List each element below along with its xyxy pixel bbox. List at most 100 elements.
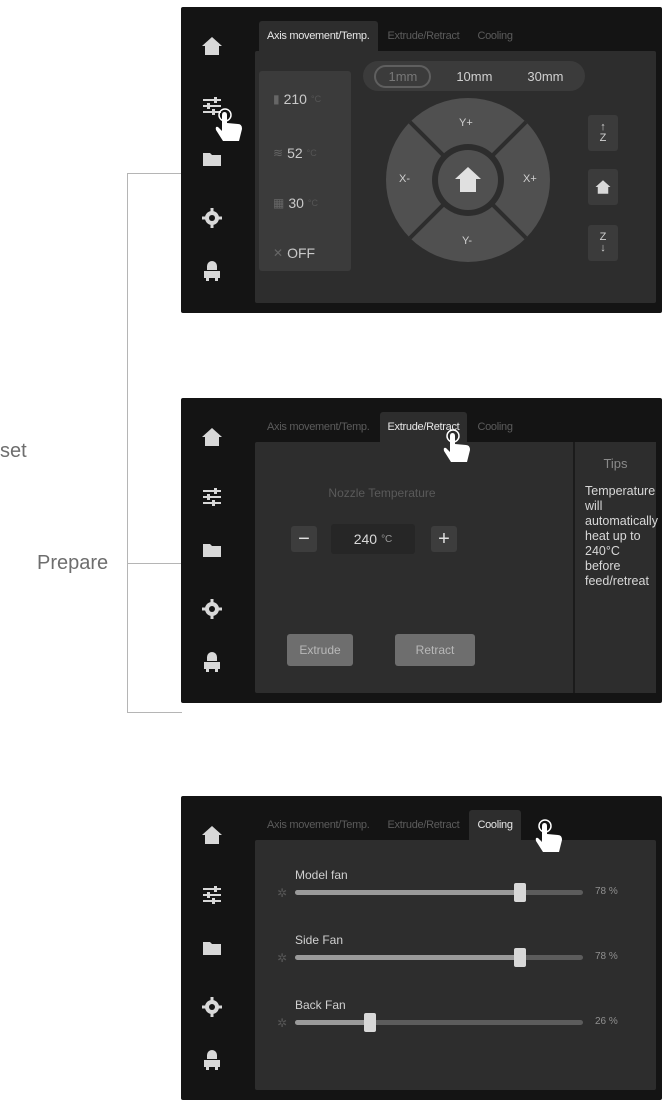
fan-slider-track[interactable]	[295, 883, 583, 902]
temperature-panel: ▮ 210 °C ≋ 52 °C ▦ 30 °C ✕ OFF	[259, 71, 351, 271]
retract-button[interactable]: Retract	[395, 634, 475, 666]
screen-axis-movement: Axis movement/Temp. Extrude/Retract Cool…	[181, 7, 662, 313]
tab-extrude-retract[interactable]: Extrude/Retract	[380, 21, 468, 51]
printer-icon[interactable]	[199, 650, 225, 676]
bed-icon: ≋	[273, 146, 284, 160]
fan-label: Back Fan	[295, 998, 346, 1012]
tab-cooling[interactable]: Cooling	[469, 810, 521, 840]
tap-hand-icon	[443, 429, 470, 462]
home-icon[interactable]	[199, 424, 225, 450]
screen-extrude-retract: Axis movement/Temp. Extrude/Retract Cool…	[181, 398, 662, 703]
fan-percent: 78 %	[595, 951, 618, 962]
connector-top	[127, 173, 182, 174]
sidebar	[181, 398, 243, 703]
tab-bar: Axis movement/Temp. Extrude/Retract Cool…	[259, 810, 521, 840]
screen-cooling: Axis movement/Temp. Extrude/Retract Cool…	[181, 796, 662, 1100]
z-down-button[interactable]: Z ↓	[588, 225, 618, 261]
home-z-icon	[595, 180, 611, 194]
step-option-10mm[interactable]: 10mm	[446, 65, 502, 88]
fan-icon: ✲	[277, 886, 288, 900]
temp-unit: °C	[306, 148, 317, 158]
step-selector: 1mm 10mm 30mm	[363, 61, 585, 91]
fan-slider-fill	[295, 890, 520, 895]
connector-vertical	[127, 173, 128, 712]
bed-temp-row[interactable]: ≋ 52 °C	[273, 145, 317, 161]
sliders-icon[interactable]	[199, 882, 225, 908]
nozzle-temp-value: 240	[353, 531, 378, 547]
sliders-icon[interactable]	[199, 484, 225, 510]
step-option-1mm[interactable]: 1mm	[374, 64, 432, 88]
z-up-label: Z	[599, 132, 607, 144]
fan-icon: ✲	[277, 951, 288, 965]
nozzle-temp-field[interactable]: 240 °C	[331, 524, 415, 554]
prepare-label: Prepare	[37, 552, 109, 574]
sidebar	[181, 7, 243, 313]
home-xy-button[interactable]	[438, 150, 498, 210]
sidebar	[181, 796, 243, 1100]
gear-icon[interactable]	[199, 994, 225, 1020]
tap-hand-icon	[535, 819, 562, 852]
home-icon[interactable]	[199, 822, 225, 848]
xy-joystick: Y+ Y- X- X+	[385, 97, 551, 263]
extrude-content: Nozzle Temperature − 240 °C + Extrude Re…	[255, 442, 658, 693]
x-plus-button[interactable]: X+	[523, 173, 537, 185]
tab-extrude-retract[interactable]: Extrude/Retract	[380, 810, 468, 840]
connector-middle	[127, 563, 182, 564]
chamber-temp-row[interactable]: ▦ 30 °C	[273, 195, 318, 211]
fan-state-value: OFF	[287, 245, 316, 261]
cooling-content: Model fan ✲ 78 % Side Fan ✲ 78 % Back Fa…	[255, 840, 656, 1090]
tab-bar: Axis movement/Temp. Extrude/Retract Cool…	[259, 412, 521, 442]
step-option-30mm[interactable]: 30mm	[517, 65, 573, 88]
gear-icon[interactable]	[199, 205, 225, 231]
tab-cooling[interactable]: Cooling	[469, 412, 520, 442]
fan-label: Side Fan	[295, 933, 344, 947]
increase-temp-button[interactable]: +	[431, 526, 457, 552]
y-plus-button[interactable]: Y+	[459, 117, 473, 129]
connector-bottom	[127, 712, 182, 713]
fan-slider-thumb[interactable]	[513, 948, 526, 967]
temp-unit: °C	[307, 198, 319, 208]
folder-icon[interactable]	[199, 935, 225, 961]
printer-icon[interactable]	[199, 1048, 225, 1074]
tab-axis-movement[interactable]: Axis movement/Temp.	[259, 412, 378, 442]
tab-cooling[interactable]: Cooling	[469, 21, 520, 51]
chamber-temp-value: 30	[288, 195, 304, 211]
temp-unit: °C	[381, 533, 393, 545]
tab-bar: Axis movement/Temp. Extrude/Retract Cool…	[259, 21, 521, 51]
fan-slider-fill	[295, 955, 520, 960]
fan-icon: ✕	[273, 246, 284, 260]
extrude-button[interactable]: Extrude	[287, 634, 353, 666]
tab-axis-movement[interactable]: Axis movement/Temp.	[259, 810, 378, 840]
fan-percent: 78 %	[595, 886, 618, 897]
folder-icon[interactable]	[199, 537, 225, 563]
folder-icon[interactable]	[199, 146, 225, 172]
fan-label: Model fan	[295, 868, 348, 882]
nozzle-temp-value: 210	[283, 91, 307, 107]
fan-slider-thumb[interactable]	[363, 1013, 376, 1032]
fan-state-row[interactable]: ✕ OFF	[273, 245, 315, 261]
nozzle-temp-row[interactable]: ▮ 210 °C	[273, 91, 321, 107]
set-label: set	[0, 440, 27, 462]
tips-title: Tips	[603, 456, 628, 471]
chamber-icon: ▦	[273, 196, 285, 210]
fan-percent: 26 %	[595, 1016, 618, 1027]
nozzle-temperature-label: Nozzle Temperature	[328, 486, 436, 500]
bed-temp-value: 52	[287, 145, 303, 161]
z-home-button[interactable]	[588, 169, 618, 205]
printer-icon[interactable]	[199, 259, 225, 285]
fan-slider-thumb[interactable]	[513, 883, 526, 902]
temp-unit: °C	[310, 94, 322, 104]
y-minus-button[interactable]: Y-	[462, 235, 472, 247]
tap-hand-icon	[215, 108, 242, 141]
fan-slider-track[interactable]	[295, 1013, 583, 1032]
tab-axis-movement[interactable]: Axis movement/Temp.	[259, 21, 378, 51]
nozzle-icon: ▮	[273, 92, 280, 106]
decrease-temp-button[interactable]: −	[291, 526, 317, 552]
x-minus-button[interactable]: X-	[399, 173, 410, 185]
fan-slider-fill	[295, 1020, 370, 1025]
z-up-button[interactable]: ↑ Z	[588, 115, 618, 151]
gear-icon[interactable]	[199, 596, 225, 622]
home-icon[interactable]	[199, 33, 225, 59]
fan-slider-track[interactable]	[295, 948, 583, 967]
axis-content: ▮ 210 °C ≋ 52 °C ▦ 30 °C ✕ OFF 1mm 10mm …	[255, 51, 656, 303]
